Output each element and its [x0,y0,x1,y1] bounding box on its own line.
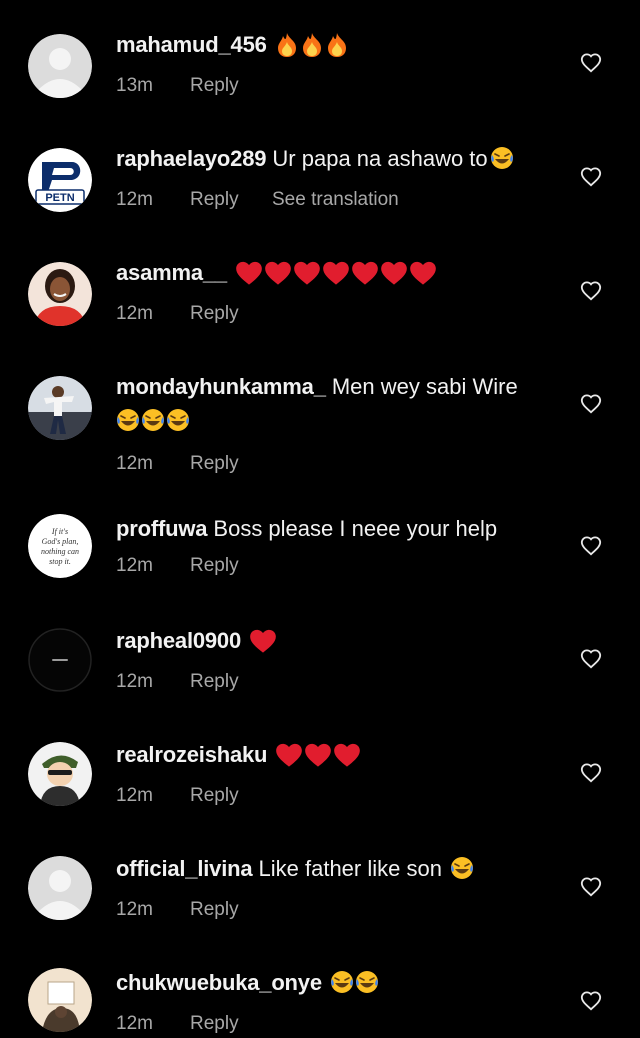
reply-button[interactable]: Reply [190,300,268,328]
avatar-photo[interactable] [28,262,92,326]
username[interactable]: official_livina [116,856,253,881]
svg-text:nothing can: nothing can [41,547,79,556]
reply-button[interactable]: Reply [190,896,268,924]
laughing-icon [117,409,139,431]
comment-text: Like father like son [258,856,442,881]
red-heart-icon [305,743,332,767]
svg-text:stop it.: stop it. [49,557,71,566]
avatar-quote-image[interactable]: If it's God's plan, nothing can stop it. [28,514,92,578]
heart-outline-icon[interactable] [580,648,602,670]
heart-outline-icon[interactable] [580,52,602,74]
avatar-cartoon[interactable] [28,742,92,806]
comment-time: 13m [116,75,153,96]
red-heart-icon [323,261,349,285]
reply-button[interactable]: Reply [190,782,268,810]
avatar-petn-logo[interactable]: PETN [28,148,92,212]
username[interactable]: raphaelayo289 [116,146,266,171]
heart-outline-icon[interactable] [580,393,602,415]
username[interactable]: mahamud_456 [116,32,267,57]
svg-text:If it's: If it's [51,527,68,536]
username[interactable]: mondayhunkamma_ [116,374,326,399]
svg-text:God's plan,: God's plan, [42,537,79,546]
comment-text: Ur papa na ashawo to [272,146,488,171]
laughing-icon [142,409,164,431]
reply-button[interactable]: Reply [190,450,268,478]
comment-time: 12m [116,899,153,920]
heart-outline-icon[interactable] [580,876,602,898]
comment-time: 12m [116,453,153,474]
red-heart-icon [381,261,407,285]
laughing-icon [331,971,353,993]
reply-button[interactable]: Reply [190,668,268,696]
comment-time: 12m [116,555,153,576]
fire-emoji-group [275,32,350,66]
username[interactable]: realrozeishaku [116,742,267,767]
laughing-emoji [450,856,475,890]
laughing-emoji-group [116,408,191,442]
reply-button[interactable]: Reply [190,186,272,214]
red-heart-icon [352,261,378,285]
comment-time: 12m [116,671,153,692]
heart-outline-icon[interactable] [580,280,602,302]
fire-icon [327,33,346,57]
laughing-emoji [490,146,515,180]
avatar-photo[interactable] [28,968,92,1032]
red-heart-icon [265,261,291,285]
red-heart-icon [294,261,320,285]
fire-icon [302,33,321,57]
comment-text: Men wey sabi Wire [331,374,518,399]
avatar-dark[interactable] [28,628,92,692]
heart-outline-icon[interactable] [580,990,602,1012]
fire-icon [277,33,296,57]
username[interactable]: rapheal0900 [116,628,241,653]
reply-button[interactable]: Reply [190,1010,268,1038]
laughing-icon [451,857,474,879]
red-heart-icon [410,261,436,285]
comment-time: 12m [116,785,153,806]
heart-emoji-group [235,260,438,294]
svg-text:PETN: PETN [45,192,74,204]
username[interactable]: proffuwa [116,516,207,541]
comment-list: mahamud_456 13m Reply PETN raphaelayo289 … [0,0,640,1034]
red-heart-icon [250,629,276,653]
red-heart-icon [334,743,361,767]
username[interactable]: asamma__ [116,260,227,285]
comment-time: 12m [116,303,153,324]
heart-outline-icon[interactable] [580,535,602,557]
laughing-icon [356,971,378,993]
avatar-default[interactable] [28,856,92,920]
heart-emoji-group [275,742,362,776]
reply-button[interactable]: Reply [190,552,268,580]
see-translation-link[interactable]: See translation [272,186,399,214]
red-heart-emoji [249,628,278,662]
heart-outline-icon[interactable] [580,166,602,188]
comment-time: 12m [116,189,153,210]
avatar-default[interactable] [28,34,92,98]
avatar-photo[interactable] [28,376,92,440]
username[interactable]: chukwuebuka_onye [116,970,322,995]
reply-button[interactable]: Reply [190,72,268,100]
comment-text: Boss please I neee your help [213,516,498,541]
red-heart-icon [276,743,303,767]
laughing-icon [490,147,513,169]
laughing-icon [167,409,189,431]
heart-outline-icon[interactable] [580,762,602,784]
laughing-emoji-group [330,970,380,1004]
comment-time: 12m [116,1013,153,1034]
red-heart-icon [236,261,262,285]
